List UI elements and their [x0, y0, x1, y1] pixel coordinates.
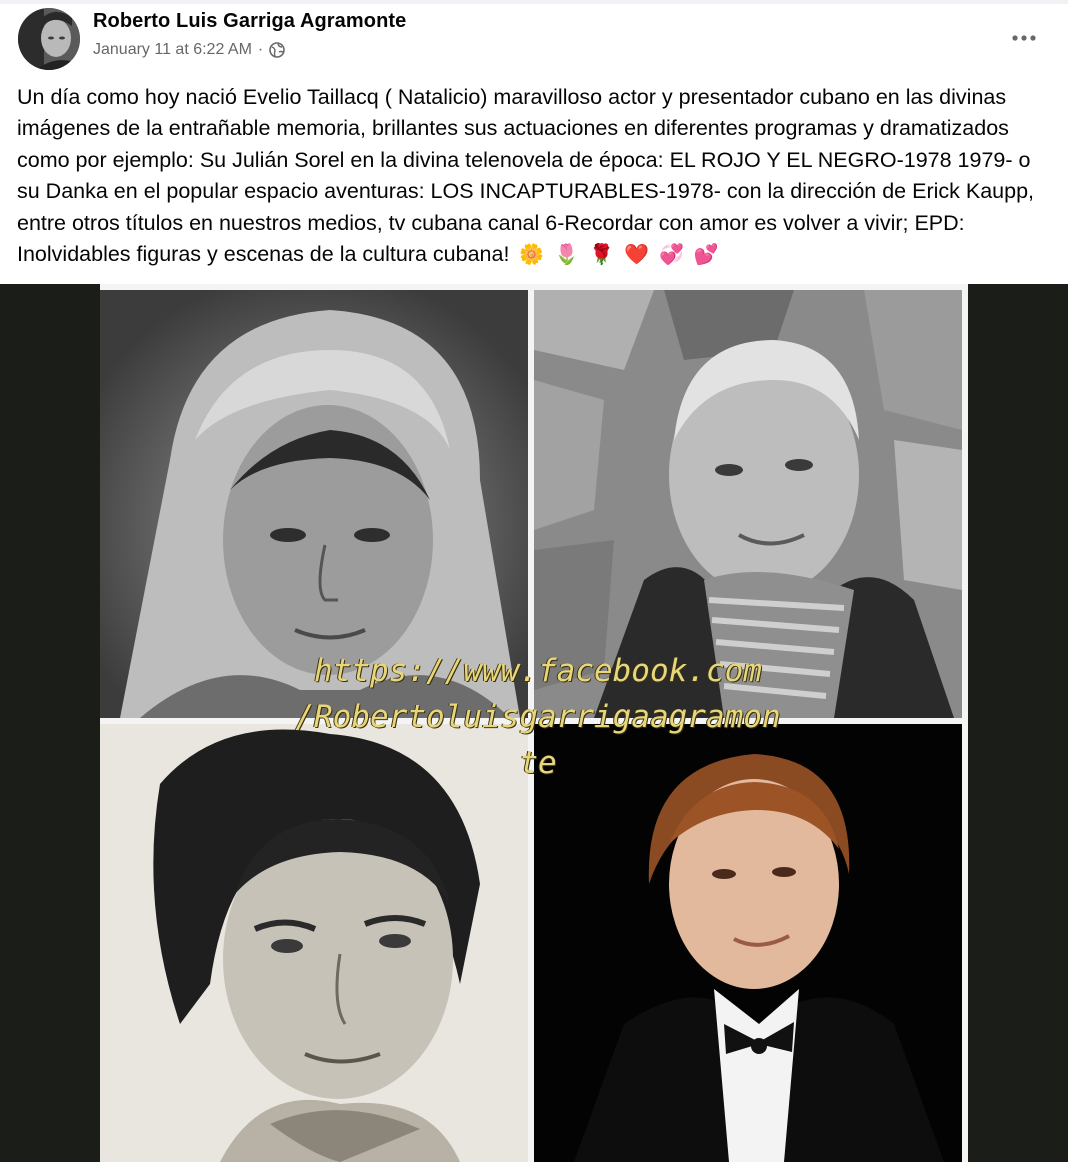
post-photo[interactable]: https://www.facebook.com /Robertoluisgar…: [0, 284, 1068, 1162]
post-meta: January 11 at 6:22 AM ·: [93, 41, 286, 59]
blossom-emoji: 🌼: [519, 244, 545, 267]
man-with-cravat-photo: [100, 724, 528, 1162]
globe-icon[interactable]: [269, 42, 286, 58]
watermark-line-1: https://www.facebook.com: [314, 653, 762, 689]
red-heart-emoji: ❤️: [624, 244, 649, 267]
rose-emoji: 🌹: [589, 244, 615, 267]
two-hearts-emoji: 💕: [693, 244, 719, 267]
man-in-tuxedo-photo: [534, 724, 962, 1162]
more-options-button[interactable]: [1006, 20, 1042, 56]
post-timestamp[interactable]: January 11 at 6:22 AM: [93, 41, 252, 59]
revolving-hearts-emoji: 💞: [658, 244, 684, 267]
more-options-icon: [1011, 29, 1037, 47]
photo-collage: https://www.facebook.com /Robertoluisgar…: [100, 284, 968, 1162]
author-name[interactable]: Roberto Luis Garriga Agramonte: [93, 10, 406, 33]
avatar[interactable]: [18, 8, 80, 70]
post-body-text: Un día como hoy nació Evelio Taillacq ( …: [17, 85, 1035, 267]
meta-separator: ·: [257, 41, 264, 58]
tulip-emoji: 🌷: [554, 244, 580, 267]
photo-watermark: https://www.facebook.com /Robertoluisgar…: [258, 648, 818, 786]
watermark-line-3: te: [519, 745, 557, 781]
post-body: Un día como hoy nació Evelio Taillacq ( …: [17, 82, 1057, 271]
watermark-line-2: /Robertoluisgarrigaagramon: [295, 699, 781, 735]
post-header: Roberto Luis Garriga Agramonte January 1…: [0, 4, 1068, 72]
